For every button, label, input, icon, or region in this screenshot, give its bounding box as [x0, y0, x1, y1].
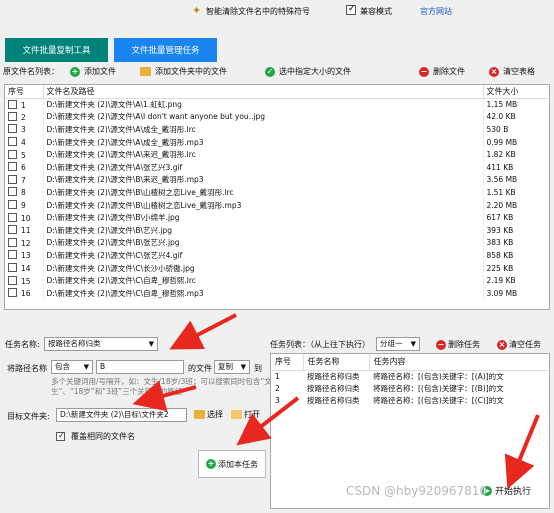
watermark: CSDN @hby920967810: [346, 484, 488, 498]
annotation-arrow-3: [236, 396, 300, 446]
annotation-arrow-4: [504, 414, 540, 490]
annotation-arrows: [132, 313, 540, 490]
annotation-arrow-1: [169, 313, 237, 350]
annotation-arrow-2: [132, 380, 197, 412]
